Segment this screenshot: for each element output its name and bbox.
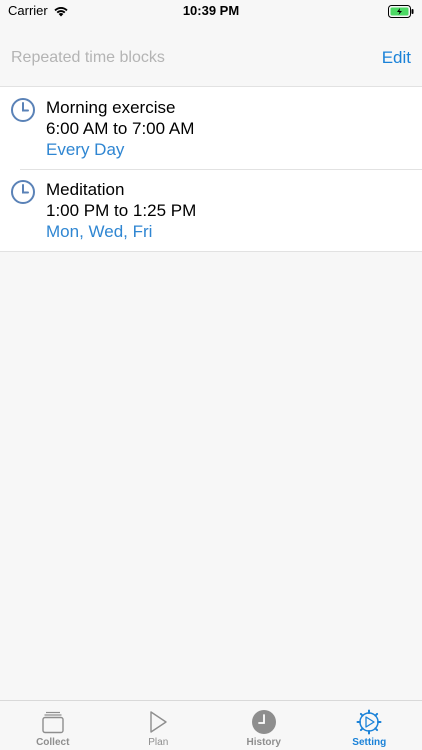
tab-bar: Collect Plan History Setting: [0, 700, 422, 750]
tab-label: Setting: [352, 737, 387, 748]
gear-icon: [356, 709, 382, 735]
tab-plan[interactable]: Plan: [106, 701, 212, 750]
time-block-range: 6:00 AM to 7:00 AM: [46, 119, 195, 138]
status-bar: Carrier 10:39 PM: [0, 0, 422, 24]
screen: Carrier 10:39 PM Repeated time blocks Ed…: [0, 0, 422, 750]
tab-label: Collect: [36, 737, 70, 748]
time-block-name: Meditation: [46, 180, 125, 199]
tab-setting[interactable]: Setting: [317, 701, 422, 750]
time-block-days: Every Day: [46, 140, 125, 159]
time-block-text: Meditation 1:00 PM to 1:25 PM Mon, Wed, …: [46, 179, 196, 242]
tab-collect[interactable]: Collect: [0, 701, 106, 750]
time-block-row[interactable]: Meditation 1:00 PM to 1:25 PM Mon, Wed, …: [0, 169, 422, 251]
nav-bar: Repeated time blocks Edit: [0, 40, 422, 80]
clock-icon: [11, 98, 35, 122]
tab-label: Plan: [148, 737, 169, 748]
stack-icon: [42, 711, 64, 734]
time-block-list: Morning exercise 6:00 AM to 7:00 AM Ever…: [0, 86, 422, 252]
tab-label: History: [246, 737, 281, 748]
battery-icon: [388, 5, 414, 18]
tab-history[interactable]: History: [211, 701, 317, 750]
time-block-range: 1:00 PM to 1:25 PM: [46, 201, 197, 220]
time-block-name: Morning exercise: [46, 98, 176, 117]
status-time: 10:39 PM: [182, 3, 240, 18]
page-title: Repeated time blocks: [11, 49, 165, 66]
time-block-text: Morning exercise 6:00 AM to 7:00 AM Ever…: [46, 97, 194, 160]
clock-filled-icon: [251, 710, 276, 734]
clock-icon: [11, 180, 35, 204]
time-block-row[interactable]: Morning exercise 6:00 AM to 7:00 AM Ever…: [0, 87, 422, 169]
play-icon: [150, 711, 167, 733]
edit-button[interactable]: Edit: [382, 48, 411, 68]
time-block-days: Mon, Wed, Fri: [46, 222, 153, 241]
